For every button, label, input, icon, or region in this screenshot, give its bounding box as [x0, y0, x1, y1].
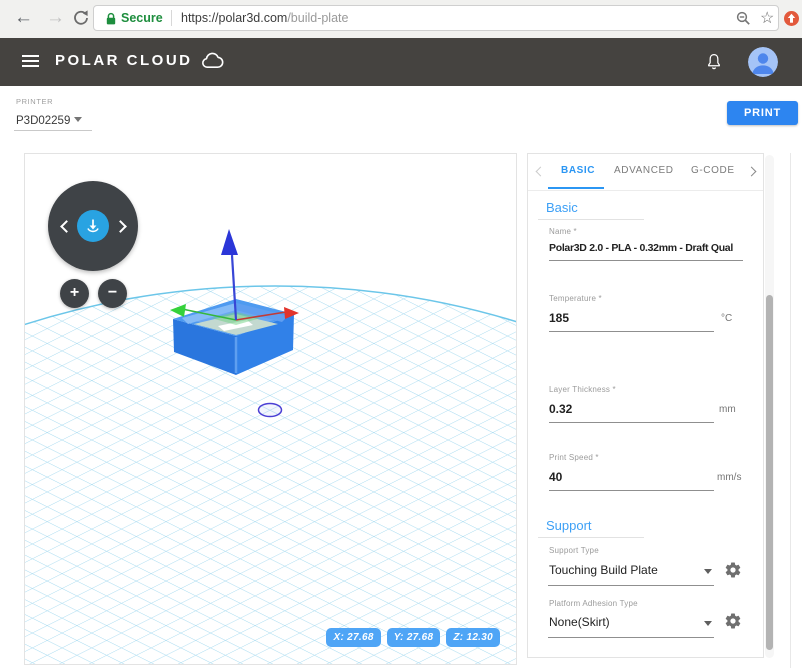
up-arrow-icon: [787, 13, 796, 23]
temperature-field-label: Temperature *: [549, 294, 602, 303]
print-button[interactable]: PRINT: [727, 101, 798, 125]
avatar-person-icon: [748, 47, 778, 77]
secure-lock-icon: [106, 12, 116, 25]
url-host: https://polar3d.com: [181, 11, 288, 25]
logo[interactable]: POLAR CLOUD: [55, 51, 226, 70]
center-view-icon: [87, 219, 99, 233]
printer-select[interactable]: P3D02259: [16, 111, 90, 130]
tab-gcode[interactable]: G-CODE: [691, 165, 735, 176]
print-speed-field-label: Print Speed *: [549, 453, 599, 462]
tabs-scroll-right-icon[interactable]: [746, 166, 757, 177]
camera-nav-pad[interactable]: [48, 181, 138, 271]
url-path: /build-plate: [287, 11, 349, 25]
name-field-input[interactable]: [549, 242, 743, 261]
panel-scrollbar[interactable]: [765, 155, 774, 658]
platform-adhesion-caret-icon[interactable]: [704, 621, 712, 626]
browser-back-icon[interactable]: ←: [14, 5, 33, 31]
page-zoom-icon[interactable]: [736, 11, 751, 26]
printer-label: PRINTER: [16, 97, 54, 106]
address-bar[interactable]: Secure https://polar3d.com/build-plate ☆: [93, 5, 779, 31]
support-type-underline: [548, 585, 714, 586]
print-speed-unit: mm/s: [717, 472, 742, 483]
browser-toolbar: ← → Secure https://polar3d.com/build-pla…: [0, 0, 802, 39]
print-settings-panel: BASIC ADVANCED G-CODE Basic Name * Tempe…: [527, 153, 764, 658]
support-section-heading: Support: [546, 518, 592, 533]
menu-icon[interactable]: [22, 55, 39, 69]
screen: ← → Secure https://polar3d.com/build-pla…: [0, 0, 802, 668]
tab-basic[interactable]: BASIC: [561, 165, 595, 176]
tab-advanced[interactable]: ADVANCED: [614, 165, 674, 176]
y-coordinate-badge: Y: 27.68: [386, 628, 441, 647]
cloud-icon: [201, 52, 223, 68]
x-coordinate-badge: X: 27.68: [326, 628, 381, 647]
browser-forward-icon[interactable]: →: [46, 5, 65, 31]
rotate-left-icon[interactable]: [60, 220, 73, 233]
zoom-out-button[interactable]: −: [98, 279, 127, 308]
page-edge-line: [790, 153, 791, 668]
platform-adhesion-dropdown[interactable]: None(Skirt): [549, 615, 610, 629]
tabs-scroll-left-icon[interactable]: [535, 166, 546, 177]
user-avatar[interactable]: [748, 47, 778, 77]
print-speed-field-input[interactable]: [549, 470, 714, 491]
support-type-gear-icon[interactable]: [724, 561, 742, 579]
name-field-label: Name *: [549, 227, 577, 236]
settings-tabs: BASIC ADVANCED G-CODE: [528, 154, 763, 191]
basic-section-divider: [538, 219, 644, 220]
rotate-right-icon[interactable]: [114, 220, 127, 233]
layer-thickness-unit: mm: [719, 404, 736, 415]
temperature-field-input[interactable]: [549, 311, 714, 332]
zoom-in-button[interactable]: +: [60, 279, 89, 308]
platform-adhesion-underline: [548, 637, 714, 638]
notifications-bell-icon[interactable]: [704, 51, 724, 73]
basic-section-heading: Basic: [546, 200, 578, 215]
coordinate-badges: X: 27.68 Y: 27.68 Z: 12.30: [326, 628, 500, 647]
browser-refresh-icon[interactable]: [72, 9, 90, 27]
printer-value: P3D02259: [16, 115, 71, 127]
temperature-unit: °C: [721, 313, 733, 324]
url-divider: [171, 10, 172, 26]
url-text[interactable]: https://polar3d.com/build-plate: [181, 11, 348, 25]
layer-thickness-field-input[interactable]: [549, 402, 714, 423]
support-type-dropdown[interactable]: Touching Build Plate: [549, 563, 658, 577]
active-tab-indicator: [548, 187, 604, 189]
secure-label: Secure: [121, 11, 163, 25]
app-header: POLAR CLOUD: [0, 38, 802, 86]
logo-text: POLAR CLOUD: [55, 52, 193, 69]
bookmark-star-icon[interactable]: ☆: [760, 8, 774, 28]
z-coordinate-badge: Z: 12.30: [446, 628, 500, 647]
layer-thickness-field-label: Layer Thickness *: [549, 385, 616, 394]
platform-adhesion-label: Platform Adhesion Type: [549, 599, 638, 608]
support-section-divider: [538, 537, 644, 538]
build-plate-viewport[interactable]: + − X: 27.68 Y: 27.68 Z: 12.30: [24, 153, 517, 665]
support-type-label: Support Type: [549, 546, 599, 555]
printer-select-underline: [14, 130, 92, 131]
extension-icon[interactable]: [784, 11, 799, 26]
platform-adhesion-gear-icon[interactable]: [724, 612, 742, 630]
plate-origin-marker: [257, 402, 283, 418]
printer-caret-icon: [74, 117, 82, 122]
panel-scrollbar-thumb[interactable]: [766, 295, 773, 650]
support-type-caret-icon[interactable]: [704, 569, 712, 574]
center-view-button[interactable]: [77, 210, 109, 242]
